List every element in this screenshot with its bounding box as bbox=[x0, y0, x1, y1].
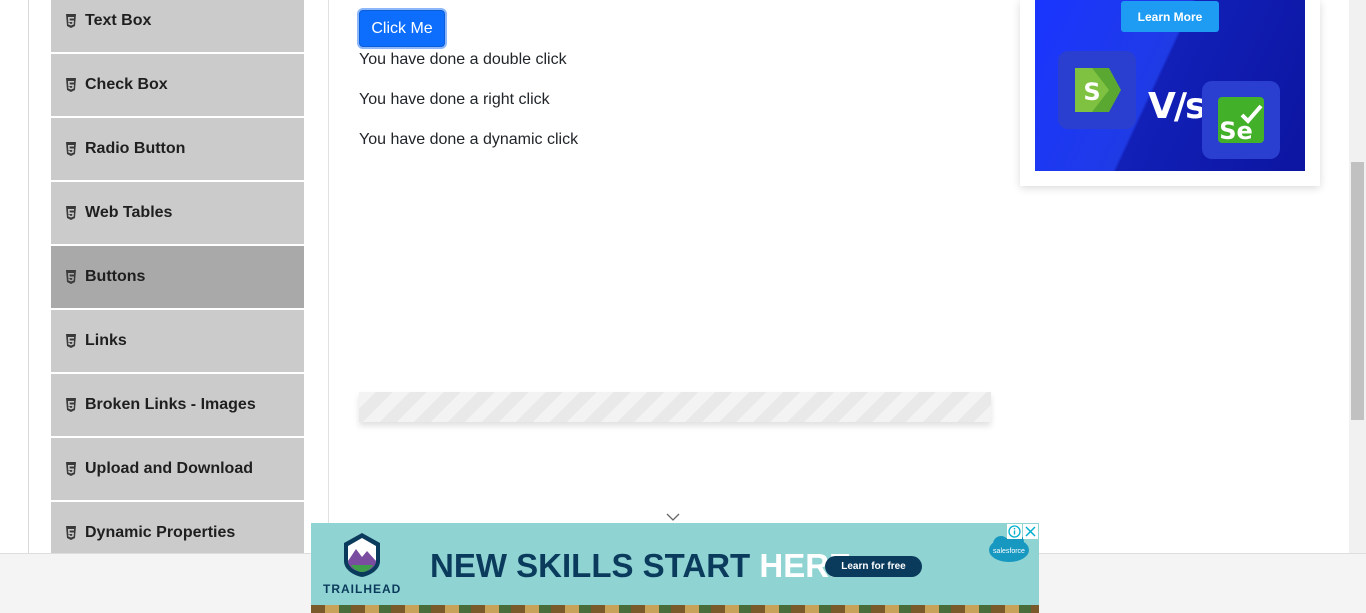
logo-right-text: Se bbox=[1219, 117, 1253, 145]
katalon-logo-icon: S bbox=[1058, 51, 1136, 129]
sidebar-item-label: Web Tables bbox=[85, 204, 173, 221]
sidebar-divider-right bbox=[328, 0, 329, 553]
sidebar-item-broken-links[interactable]: Broken Links - Images bbox=[51, 374, 304, 436]
html5-icon bbox=[65, 334, 77, 348]
ad-learn-for-free-button[interactable]: Learn for free bbox=[825, 556, 922, 577]
html5-icon bbox=[65, 142, 77, 156]
ad-close-icon[interactable] bbox=[1023, 524, 1038, 539]
sidebar-item-label: Radio Button bbox=[85, 140, 186, 157]
html5-icon bbox=[65, 526, 77, 540]
right-click-message: You have done a right click bbox=[359, 91, 550, 108]
sidebar-item-label: Upload and Download bbox=[85, 460, 253, 477]
sidebar-item-label: Links bbox=[85, 332, 127, 349]
sidebar-item-check-box[interactable]: Check Box bbox=[51, 54, 304, 116]
sidebar-item-upload-download[interactable]: Upload and Download bbox=[51, 438, 304, 500]
ad-info-icon[interactable] bbox=[1007, 524, 1022, 539]
sidebar-item-label: Text Box bbox=[85, 12, 152, 29]
sidebar: Text Box Check Box Radio Button Web Tabl… bbox=[0, 0, 329, 564]
ad-headline: NEW SKILLS START HERE. bbox=[430, 547, 860, 585]
sidebar-item-web-tables[interactable]: Web Tables bbox=[51, 182, 304, 244]
html5-icon bbox=[65, 270, 77, 284]
sidebar-item-label: Buttons bbox=[85, 268, 146, 285]
sidebar-item-buttons[interactable]: Buttons bbox=[51, 246, 304, 308]
scrollbar-thumb[interactable] bbox=[1351, 162, 1364, 420]
salesforce-label: salesforce bbox=[993, 548, 1025, 555]
ad-image: Learn More S V/s Se bbox=[1035, 0, 1305, 171]
html5-icon bbox=[65, 206, 77, 220]
html5-icon bbox=[65, 398, 77, 412]
bottom-ad-banner[interactable]: TRAILHEAD NEW SKILLS START HERE. Learn f… bbox=[311, 523, 1039, 613]
sidebar-divider-left bbox=[28, 0, 29, 553]
sidebar-menu: Text Box Check Box Radio Button Web Tabl… bbox=[51, 0, 304, 566]
double-click-message: You have done a double click bbox=[359, 51, 567, 68]
sidebar-ad[interactable]: Learn More S V/s Se bbox=[1020, 0, 1320, 186]
html5-icon bbox=[65, 78, 77, 92]
html5-icon bbox=[65, 462, 77, 476]
trailhead-logo-icon bbox=[338, 531, 386, 584]
sidebar-item-label: Broken Links - Images bbox=[85, 396, 256, 413]
selenium-logo-icon: Se bbox=[1202, 81, 1280, 159]
ad-learn-more-button[interactable]: Learn More bbox=[1121, 1, 1219, 32]
click-me-button[interactable]: Click Me bbox=[359, 10, 445, 47]
sidebar-item-radio-button[interactable]: Radio Button bbox=[51, 118, 304, 180]
html5-icon bbox=[65, 14, 77, 28]
ad-headline-main: NEW SKILLS START bbox=[430, 547, 760, 584]
sidebar-item-label: Check Box bbox=[85, 76, 168, 93]
trailhead-brand: TRAILHEAD bbox=[323, 582, 402, 596]
sidebar-item-label: Dynamic Properties bbox=[85, 524, 236, 541]
ad-banner-placeholder bbox=[359, 392, 991, 422]
vs-label: V/s bbox=[1148, 86, 1206, 127]
dynamic-click-message: You have done a dynamic click bbox=[359, 131, 579, 148]
sidebar-item-text-box[interactable]: Text Box bbox=[51, 0, 304, 52]
sidebar-item-links[interactable]: Links bbox=[51, 310, 304, 372]
logo-left-text: S bbox=[1083, 78, 1100, 106]
ad-bottom-artwork bbox=[311, 605, 1039, 613]
